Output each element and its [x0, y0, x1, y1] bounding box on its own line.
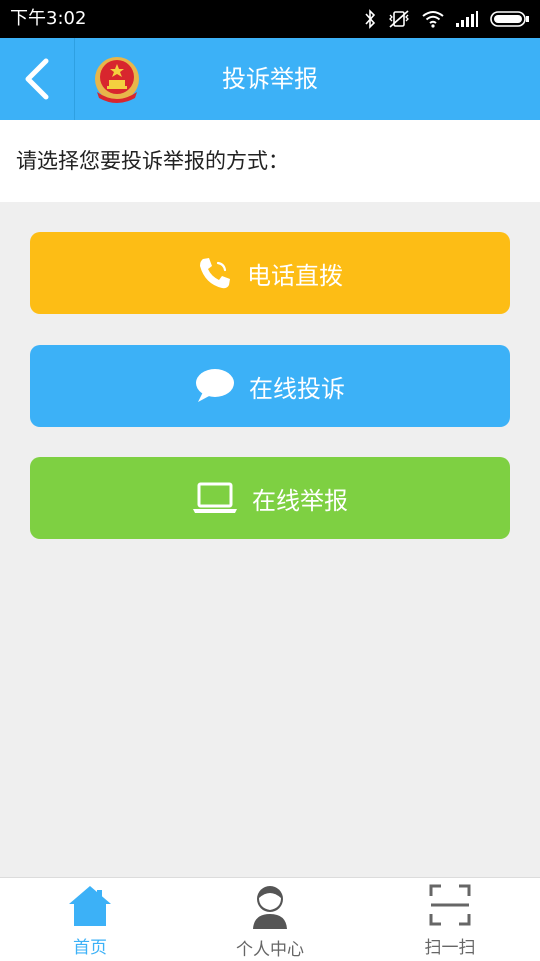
tab-personal-center[interactable]: 个人中心: [180, 878, 360, 961]
online-report-label: 在线举报: [252, 486, 348, 515]
tab-scan[interactable]: 扫一扫: [360, 878, 540, 961]
app-header: 投诉举报: [0, 38, 540, 120]
page-title: 投诉举报: [222, 65, 318, 93]
status-time: 下午3:02: [10, 8, 87, 29]
chat-bubble-icon: [195, 368, 235, 404]
bottom-tab-bar: 首页 个人中心 扫一扫: [0, 877, 540, 961]
laptop-icon: [192, 482, 238, 514]
tab-home-label: 首页: [73, 938, 107, 958]
home-icon: [0, 884, 180, 928]
phone-call-button[interactable]: 电话直拨: [30, 232, 510, 314]
status-icons: [364, 9, 530, 29]
user-icon: [180, 884, 360, 930]
wifi-icon: [422, 10, 444, 28]
vibrate-off-icon: [388, 9, 410, 29]
national-emblem-icon: [89, 52, 145, 108]
online-complaint-label: 在线投诉: [249, 374, 345, 403]
prompt-bar: 请选择您要投诉举报的方式：: [0, 120, 540, 202]
back-button[interactable]: [0, 38, 74, 120]
online-report-button[interactable]: 在线举报: [30, 457, 510, 539]
tab-scan-label: 扫一扫: [424, 938, 476, 958]
prompt-text: 请选择您要投诉举报的方式：: [16, 149, 289, 173]
phone-call-label: 电话直拨: [247, 261, 343, 290]
signal-icon: [456, 11, 478, 27]
chevron-left-icon: [25, 58, 49, 100]
bluetooth-icon: [364, 9, 376, 29]
scan-icon: [360, 884, 540, 926]
header-divider: [74, 38, 75, 120]
status-bar: 下午3:02: [0, 0, 540, 38]
tab-personal-center-label: 个人中心: [236, 940, 304, 960]
online-complaint-button[interactable]: 在线投诉: [30, 345, 510, 427]
tab-home[interactable]: 首页: [0, 878, 180, 961]
phone-icon: [197, 255, 233, 291]
battery-icon: [490, 11, 530, 27]
